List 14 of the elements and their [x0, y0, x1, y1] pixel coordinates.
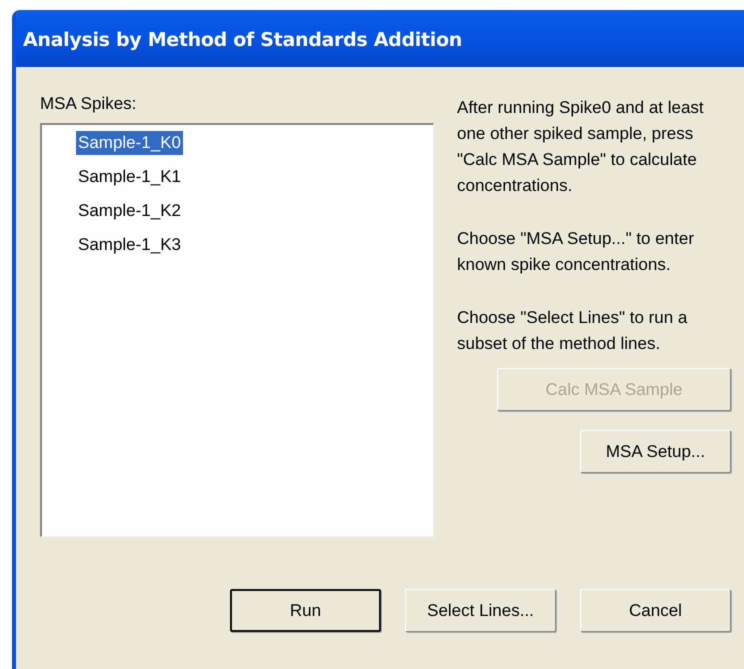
dialog-button[interactable]: Cancel [580, 589, 731, 632]
list-item[interactable]: Sample-1_K1 [76, 165, 184, 189]
dialog-button[interactable]: Select Lines... [405, 589, 556, 632]
list-label: MSA Spikes: [40, 93, 138, 115]
list-item[interactable]: Sample-1_K2 [76, 199, 184, 223]
help-text: Choose "Select Lines" to run a subset of the method lines. [457, 307, 688, 355]
side-button[interactable]: MSA Setup... [580, 430, 731, 473]
help-text: After running Spike0 and at least one other spiked sample, press "Calc MSA Sample" to calculate concentrations. [457, 97, 705, 197]
window-title: Analysis by Method of Standards Addition [16, 10, 744, 67]
list-item[interactable]: Sample-1_K3 [76, 233, 184, 257]
help-text: Choose "MSA Setup..." to enter known spike concentrations. [457, 228, 695, 276]
list-item[interactable]: Sample-1_K0 [76, 131, 184, 155]
dialog-button[interactable]: Run [230, 589, 381, 632]
list-box[interactable]: Sample-1_K0 Sample-1_K1 Sample-1_K2 Sample-1_K3 [40, 123, 434, 537]
